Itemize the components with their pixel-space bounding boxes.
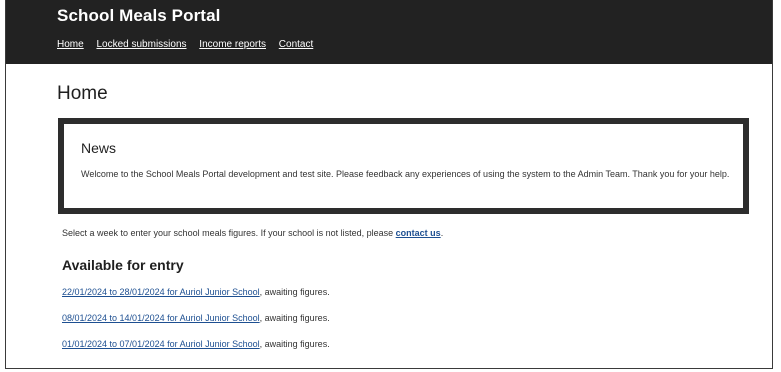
news-panel: News Welcome to the School Meals Portal …: [58, 118, 749, 214]
nav-locked-submissions-link[interactable]: Locked submissions: [96, 39, 186, 50]
week-entry-link[interactable]: 01/01/2024 to 07/01/2024 for Auriol Juni…: [62, 339, 260, 349]
list-item: 01/01/2024 to 07/01/2024 for Auriol Juni…: [62, 337, 330, 363]
site-title: School Meals Portal: [57, 6, 221, 25]
intro-text-after: .: [440, 228, 444, 238]
list-item: 22/01/2024 to 28/01/2024 for Auriol Juni…: [62, 285, 330, 311]
page-frame: School Meals Portal Home Locked submissi…: [5, 0, 773, 369]
available-for-entry-heading: Available for entry: [62, 257, 184, 273]
news-title: News: [81, 140, 117, 156]
main-nav: Home Locked submissions Income reports C…: [57, 39, 323, 50]
nav-contact-link[interactable]: Contact: [279, 39, 313, 50]
week-entry-link[interactable]: 08/01/2024 to 14/01/2024 for Auriol Juni…: [62, 313, 260, 323]
nav-home-link[interactable]: Home: [57, 39, 84, 50]
entry-status: , awaiting figures.: [259, 287, 330, 297]
intro-text-before: Select a week to enter your school meals…: [62, 228, 396, 238]
intro-text: Select a week to enter your school meals…: [62, 228, 443, 238]
list-item: 08/01/2024 to 14/01/2024 for Auriol Juni…: [62, 311, 330, 337]
site-header: School Meals Portal Home Locked submissi…: [6, 0, 772, 64]
contact-us-link[interactable]: contact us: [396, 228, 441, 238]
week-entry-link[interactable]: 22/01/2024 to 28/01/2024 for Auriol Juni…: [62, 287, 260, 297]
entry-list: 22/01/2024 to 28/01/2024 for Auriol Juni…: [62, 285, 330, 363]
entry-status: , awaiting figures.: [259, 339, 330, 349]
nav-income-reports-link[interactable]: Income reports: [199, 39, 266, 50]
page-title: Home: [57, 83, 108, 104]
news-body: Welcome to the School Meals Portal devel…: [81, 169, 730, 179]
entry-status: , awaiting figures.: [259, 313, 330, 323]
